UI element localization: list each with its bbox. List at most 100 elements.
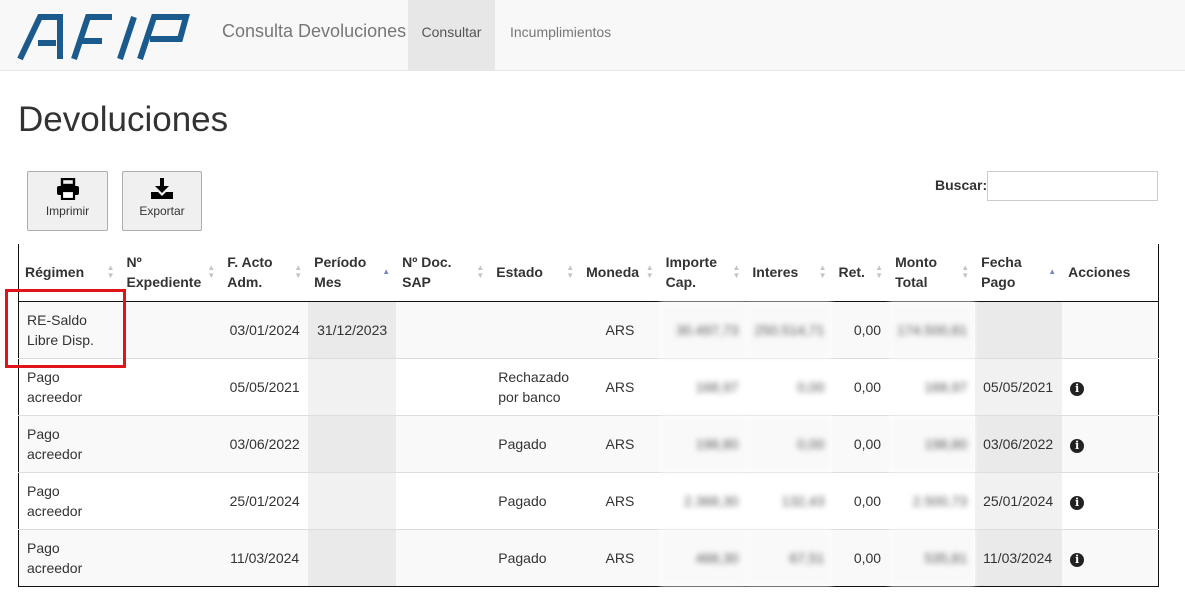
cell-fecha-pago: 03/06/2022 (975, 414, 1063, 472)
export-button[interactable]: Exportar (122, 171, 202, 231)
page-title: Devoluciones (18, 100, 229, 139)
cell-estado: Pagado (490, 414, 581, 472)
table-row: Pago acreedor 03/06/2022 Pagado ARS 198,… (18, 414, 1159, 472)
col-interes[interactable]: Interes ▲ ▼ (746, 244, 833, 302)
table-row: Pago acreedor 05/05/2021 Rechazado por b… (18, 357, 1159, 415)
navbar: Consulta Devoluciones Consultar Incumpli… (0, 0, 1185, 71)
cell-importe: 468,30 (659, 528, 747, 587)
table-row: RE-Saldo Libre Disp. 03/01/2024 31/12/20… (18, 300, 1159, 358)
cell-interes: 250.514,71 (746, 300, 833, 358)
cell-monto: 2.500,73 (889, 471, 976, 529)
cell-estado: Rechazado por banco (490, 357, 581, 415)
table-row: Pago acreedor 11/03/2024 Pagado ARS 468,… (18, 528, 1159, 587)
info-icon[interactable]: i (1070, 495, 1085, 510)
cell-f-acto: 11/03/2024 (221, 528, 309, 587)
cell-doc-sap (396, 300, 491, 358)
col-ret[interactable]: Ret. ▲ ▼ (832, 244, 890, 302)
col-estado[interactable]: Estado ▲ ▼ (490, 244, 581, 302)
nav-incumplimientos[interactable]: Incumplimientos (510, 0, 611, 71)
info-icon[interactable]: i (1070, 438, 1085, 453)
search-label: Buscar: (935, 177, 988, 193)
cell-importe: 30.497,73 (659, 300, 747, 358)
col-acciones: Acciones (1062, 244, 1159, 302)
col-regimen[interactable]: Régimen ▲ ▼ (18, 244, 121, 302)
cell-importe: 168,97 (659, 357, 747, 415)
print-label: Imprimir (45, 204, 90, 218)
col-label: Acciones (1068, 264, 1131, 281)
cell-importe: 2.368,30 (659, 471, 747, 529)
cell-moneda: ARS (580, 471, 660, 529)
col-doc-sap[interactable]: Nº Doc. SAP ▲ ▼ (396, 244, 491, 302)
col-monto[interactable]: Monto Total ▲ ▼ (889, 244, 976, 302)
devoluciones-table: Régimen ▲ ▼ Nº Expediente ▲ ▼ F. Acto Adm. ▲ ▼… (18, 244, 1159, 587)
cell-monto: 168,97 (889, 357, 976, 415)
sort-icon: ▲ ▼ (961, 263, 970, 281)
cell-f-acto: 03/01/2024 (221, 300, 309, 358)
cell-acciones: i (1062, 471, 1159, 529)
cell-estado: Pagado (490, 528, 581, 587)
cell-ret: 0,00 (832, 414, 890, 472)
info-icon[interactable]: i (1070, 552, 1085, 567)
cell-ret: 0,00 (832, 357, 890, 415)
col-fecha-pago[interactable]: Fecha Pago ▲ (975, 244, 1063, 302)
cell-doc-sap (396, 528, 491, 587)
cell-ret: 0,00 (832, 528, 890, 587)
sort-icon: ▲ ▼ (106, 263, 115, 281)
cell-interes: 0,00 (746, 414, 833, 472)
col-label: F. Acto Adm. (227, 254, 273, 291)
col-label: Período Mes (314, 254, 367, 291)
sort-icon: ▲ ▼ (476, 263, 485, 281)
cell-importe: 198,80 (659, 414, 747, 472)
cell-monto: 198,80 (889, 414, 976, 472)
col-label: Importe Cap. (665, 254, 718, 291)
sort-icon: ▲ ▼ (294, 263, 303, 281)
cell-regimen: Pago acreedor (18, 357, 121, 415)
cell-f-acto: 05/05/2021 (221, 357, 309, 415)
cell-expediente (120, 414, 222, 472)
cell-periodo (308, 471, 397, 529)
cell-monto: 535,81 (889, 528, 976, 587)
cell-fecha-pago: 25/01/2024 (975, 471, 1063, 529)
cell-expediente (120, 528, 222, 587)
cell-ret: 0,00 (832, 471, 890, 529)
sort-icon: ▲ ▼ (818, 263, 827, 281)
col-f-acto[interactable]: F. Acto Adm. ▲ ▼ (221, 244, 309, 302)
cell-periodo (308, 414, 397, 472)
search-input[interactable] (987, 171, 1158, 201)
sort-icon: ▲ ▼ (732, 263, 741, 281)
afip-logo[interactable] (16, 13, 194, 63)
sort-icon: ▲ ▼ (875, 263, 884, 281)
cell-acciones: i (1062, 414, 1159, 472)
sort-icon: ▲ ▼ (645, 263, 654, 281)
col-moneda[interactable]: Moneda ▲ ▼ (580, 244, 660, 302)
col-importe[interactable]: Importe Cap. ▲ ▼ (659, 244, 747, 302)
col-label: Ret. (838, 264, 865, 281)
cell-monto: 174.500,81 (889, 300, 976, 358)
col-expediente[interactable]: Nº Expediente ▲ ▼ (120, 244, 222, 302)
info-icon[interactable]: i (1070, 381, 1085, 396)
download-icon (151, 178, 173, 199)
cell-interes: 0,00 (746, 357, 833, 415)
print-button[interactable]: Imprimir (27, 171, 108, 231)
cell-acciones (1062, 300, 1159, 358)
cell-periodo: 31/12/2023 (308, 300, 397, 358)
nav-consultar[interactable]: Consultar (408, 0, 495, 71)
cell-fecha-pago: 11/03/2024 (975, 528, 1063, 587)
cell-interes: 67,51 (746, 528, 833, 587)
cell-ret: 0,00 (832, 300, 890, 358)
col-periodo[interactable]: Período Mes ▲ (308, 244, 397, 302)
sort-asc-icon: ▲ (1048, 267, 1057, 277)
cell-interes: 132,43 (746, 471, 833, 529)
cell-f-acto: 25/01/2024 (221, 471, 309, 529)
col-label: Estado (496, 264, 543, 281)
cell-acciones: i (1062, 357, 1159, 415)
cell-regimen: Pago acreedor (18, 471, 121, 529)
col-label: Nº Expediente (126, 254, 202, 291)
cell-moneda: ARS (580, 414, 660, 472)
cell-regimen: Pago acreedor (18, 414, 121, 472)
cell-periodo (308, 528, 397, 587)
cell-estado (490, 300, 581, 358)
brand-title[interactable]: Consulta Devoluciones (222, 21, 406, 42)
col-label: Régimen (25, 264, 85, 281)
col-label: Nº Doc. SAP (402, 254, 452, 291)
